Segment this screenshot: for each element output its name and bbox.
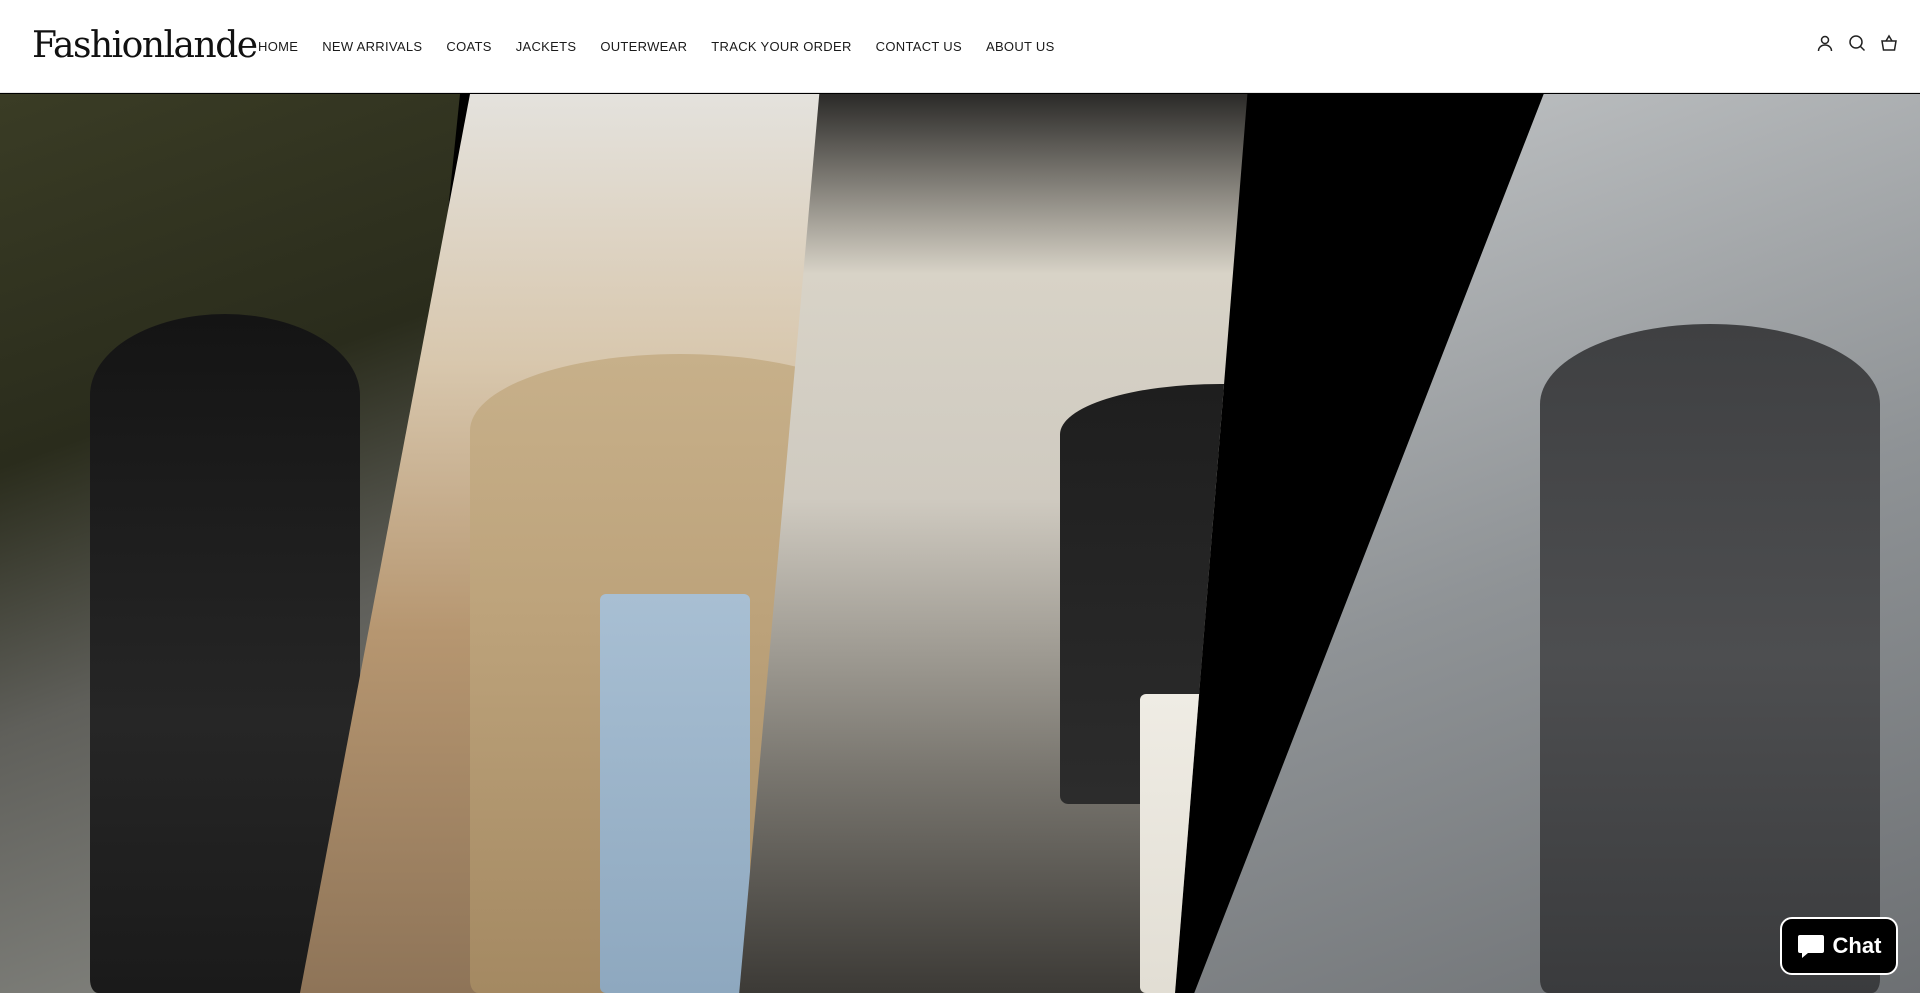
nav-item-contact-us[interactable]: CONTACT US xyxy=(876,39,962,54)
nav-item-about-us[interactable]: ABOUT US xyxy=(986,39,1055,54)
chat-bubble-icon xyxy=(1797,935,1824,958)
search-icon[interactable] xyxy=(1848,34,1866,52)
nav-item-jackets[interactable]: JACKETS xyxy=(516,39,577,54)
chat-label: Chat xyxy=(1832,933,1882,958)
cart-icon[interactable] xyxy=(1880,34,1898,52)
nav-item-home[interactable]: HOME xyxy=(258,39,298,54)
main-nav: HOME NEW ARRIVALS COATS JACKETS OUTERWEA… xyxy=(258,0,1079,93)
model-figure xyxy=(1540,324,1880,993)
account-icon[interactable] xyxy=(1816,34,1834,52)
nav-item-new-arrivals[interactable]: NEW ARRIVALS xyxy=(322,39,422,54)
brand-logo[interactable]: Fashionlande xyxy=(32,22,258,70)
chat-button[interactable]: Chat xyxy=(1780,917,1898,975)
header-actions xyxy=(1816,34,1898,52)
hero-banner[interactable] xyxy=(0,94,1920,993)
nav-item-track-order[interactable]: TRACK YOUR ORDER xyxy=(711,39,851,54)
site-header: Fashionlande HOME NEW ARRIVALS COATS JAC… xyxy=(0,0,1920,93)
nav-item-coats[interactable]: COATS xyxy=(446,39,491,54)
model-jeans xyxy=(600,594,750,993)
nav-item-outerwear[interactable]: OUTERWEAR xyxy=(600,39,687,54)
